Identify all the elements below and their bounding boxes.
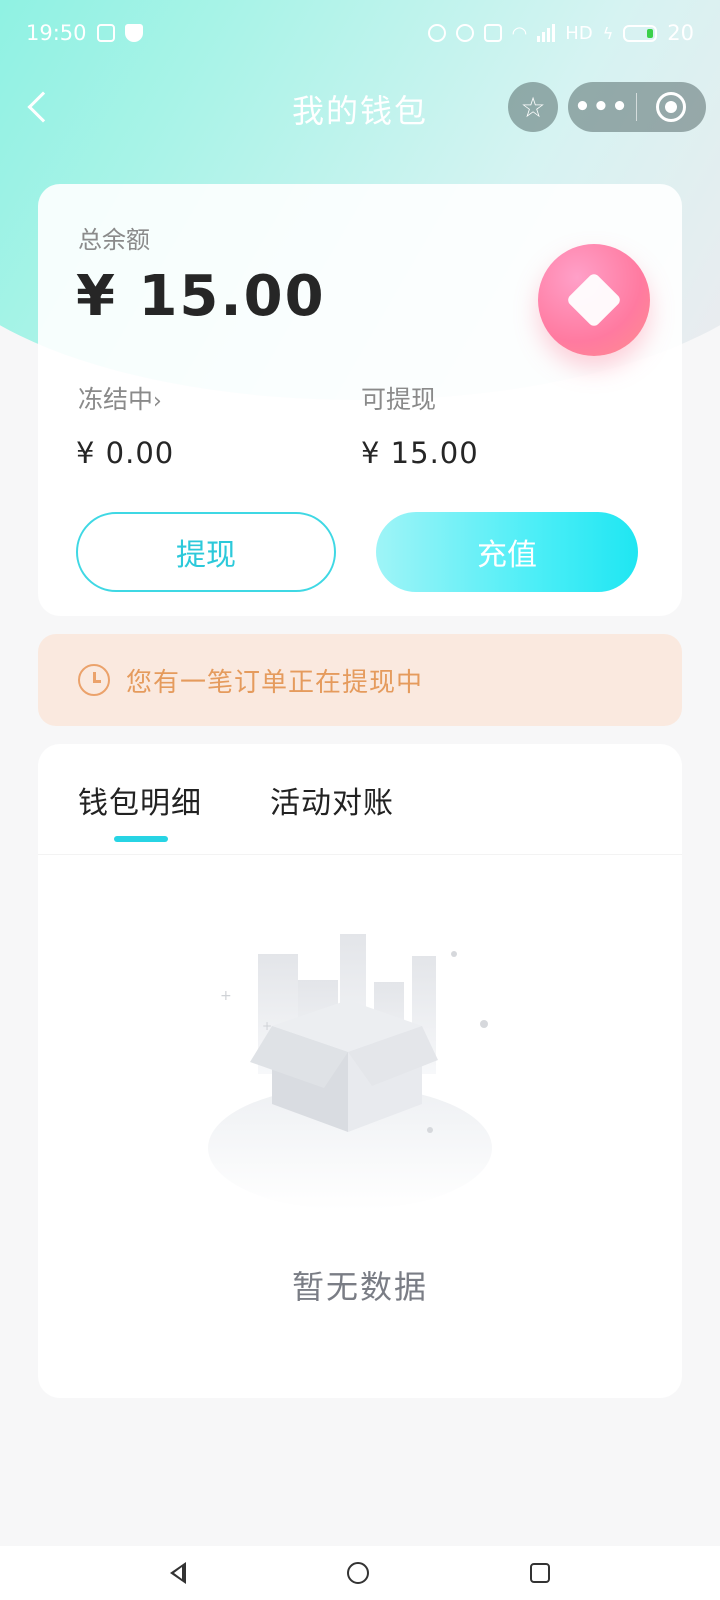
withdrawable-amount: ¥ 15.00	[361, 436, 479, 470]
wallet-badge-icon	[538, 244, 650, 356]
svg-text:+: +	[262, 1019, 272, 1033]
frozen-amount: ¥ 0.00	[76, 436, 175, 470]
more-button[interactable]: •••	[568, 82, 636, 132]
shield-icon	[124, 24, 143, 42]
tab-activity-reconciliation[interactable]: 活动对账	[270, 778, 394, 822]
recharge-button[interactable]: 充值	[376, 512, 638, 592]
details-panel: 钱包明细 活动对账 + + 暂无数据	[38, 744, 682, 1398]
withdrawable-label: 可提现	[361, 385, 437, 414]
signal-icon	[537, 24, 556, 42]
headset-icon	[455, 24, 474, 42]
empty-state-text: 暂无数据	[291, 1268, 428, 1306]
battery-level: 20	[667, 21, 694, 45]
system-back-icon[interactable]	[170, 1562, 187, 1584]
app-notification-icon	[96, 24, 115, 42]
charging-icon: ϟ	[602, 23, 614, 43]
target-icon	[656, 92, 686, 122]
miniapp-capsule: •••	[568, 82, 706, 132]
mute-icon	[483, 24, 502, 42]
system-home-icon[interactable]	[346, 1562, 369, 1584]
status-right: ◠ HD ϟ 20	[427, 21, 694, 45]
network-label: HD	[565, 22, 593, 44]
close-miniapp-button[interactable]	[637, 92, 705, 122]
active-tab-indicator	[114, 836, 168, 842]
frozen-label: 冻结中	[78, 385, 154, 414]
balance-card: 总余额 ¥ 15.00 冻结中› 可提现 ¥ 0.00 ¥ 15.00 提现 充…	[38, 184, 682, 616]
battery-icon	[623, 24, 658, 42]
status-bar: 19:50 ◠ HD ϟ 20	[0, 0, 720, 66]
tab-wallet-details[interactable]: 钱包明细	[78, 778, 202, 822]
status-time: 19:50	[26, 21, 87, 45]
system-nav-bar	[0, 1546, 720, 1600]
empty-box-illustration: + +	[208, 934, 492, 1210]
wifi-icon: ◠	[511, 22, 528, 44]
withdraw-button[interactable]: 提现	[76, 512, 336, 592]
favorite-button[interactable]: ☆	[508, 82, 558, 132]
alarm-icon	[427, 24, 446, 42]
frozen-link[interactable]: 冻结中›	[78, 380, 162, 416]
nav-bar: 我的钱包 ☆ •••	[0, 72, 720, 142]
chevron-right-icon: ›	[153, 389, 162, 414]
total-balance-amount: ¥ 15.00	[76, 264, 326, 329]
tab-divider	[38, 854, 682, 855]
total-balance-label: 总余额	[78, 226, 150, 254]
clock-icon	[78, 664, 110, 696]
svg-text:+: +	[220, 988, 232, 1004]
withdraw-notice[interactable]: 您有一笔订单正在提现中	[38, 634, 682, 726]
system-recents-icon[interactable]	[529, 1563, 550, 1583]
wallet-page: 19:50 ◠ HD ϟ 20 我的钱包 ☆ ••• 总余额 ¥ 15.00 冻…	[0, 0, 720, 1600]
notice-text: 您有一笔订单正在提现中	[126, 667, 424, 698]
status-left: 19:50	[26, 21, 143, 45]
star-icon: ☆	[520, 90, 546, 124]
